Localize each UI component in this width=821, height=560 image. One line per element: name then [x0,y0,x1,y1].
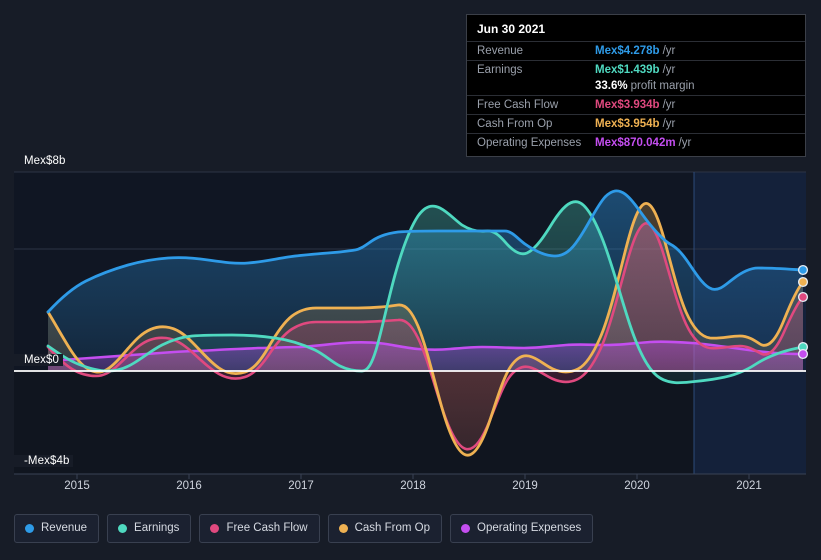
legend-dot-icon-revenue [25,524,34,533]
tooltip-value-profit-margin: 33.6% [595,80,628,92]
tooltip-value-revenue: Mex$4.278b [595,45,660,57]
tooltip-suffix-profit-margin: profit margin [630,80,695,92]
y-axis-label-bottom: -Mex$4b [14,455,74,467]
legend-label-revenue: Revenue [41,522,88,534]
y-axis-label-top: Mex$8b [14,155,70,167]
tooltip-row-profit-margin: 33.6% profit margin [467,79,805,95]
tooltip-row-revenue: Revenue Mex$4.278b /yr [467,41,805,60]
legend-dot-icon-operating-expenses [461,524,471,533]
tooltip-value-operating-expenses: Mex$870.042m [595,137,676,149]
x-axis-label-2017: 2017 [288,480,314,492]
x-axis-label-2018: 2018 [400,480,426,492]
legend-item-earnings[interactable]: Earnings [107,514,192,543]
legend-label-cash-from-op: Cash From Op [354,522,431,534]
tooltip-row-cash-from-op: Cash From Op Mex$3.954b /yr [467,114,805,133]
tooltip-row-free-cash-flow: Free Cash Flow Mex$3.934b /yr [467,95,805,114]
cash-from-op-end-marker [797,276,809,288]
tooltip-label-earnings: Earnings [477,64,523,76]
chart-legend: Revenue Earnings Free Cash Flow Cash Fro… [14,514,594,543]
tooltip-value-free-cash-flow: Mex$3.934b [595,99,660,111]
x-axis-label-2016: 2016 [176,480,202,492]
legend-item-revenue[interactable]: Revenue [14,514,100,543]
tooltip-suffix-operating-expenses: /yr [678,137,692,149]
tooltip-label-free-cash-flow: Free Cash Flow [477,99,559,111]
operating-expenses-end-marker [797,348,809,360]
financial-chart-page: Mex$8b Mex$0 -Mex$4b 2015 2016 2017 2018… [0,0,821,560]
tooltip-label-cash-from-op: Cash From Op [477,118,553,130]
x-tick-marks [76,474,750,479]
legend-dot-icon-cash-from-op [338,524,348,533]
x-axis-label-2020: 2020 [624,480,650,492]
chart-tooltip: Jun 30 2021 Revenue Mex$4.278b /yr Earni… [466,14,806,157]
legend-dot-icon-free-cash-flow [210,524,220,533]
tooltip-label-operating-expenses: Operating Expenses [477,137,582,149]
x-axis-label-2015: 2015 [64,480,90,492]
tooltip-suffix-revenue: /yr [662,45,676,57]
legend-label-earnings: Earnings [134,522,180,534]
tooltip-suffix-earnings: /yr [662,64,676,76]
legend-dot-icon-earnings [118,524,128,533]
legend-label-operating-expenses: Operating Expenses [477,522,582,534]
tooltip-value-cash-from-op: Mex$3.954b [595,118,660,130]
tooltip-row-earnings: Earnings Mex$1.439b /yr [467,60,805,79]
tooltip-label-revenue: Revenue [477,45,524,57]
x-axis-label-2019: 2019 [512,480,538,492]
legend-item-free-cash-flow[interactable]: Free Cash Flow [199,514,320,543]
tooltip-value-earnings: Mex$1.439b [595,64,660,76]
legend-item-cash-from-op[interactable]: Cash From Op [327,514,443,543]
tooltip-row-operating-expenses: Operating Expenses Mex$870.042m /yr [467,133,805,152]
free-cash-flow-end-marker [797,291,809,303]
x-axis-label-2021: 2021 [736,480,762,492]
legend-label-free-cash-flow: Free Cash Flow [226,522,308,534]
revenue-end-marker [797,264,809,276]
tooltip-suffix-cash-from-op: /yr [662,118,676,130]
tooltip-suffix-free-cash-flow: /yr [662,99,676,111]
tooltip-date: Jun 30 2021 [477,22,546,36]
y-axis-label-zero: Mex$0 [14,354,64,366]
legend-item-operating-expenses[interactable]: Operating Expenses [450,514,594,543]
